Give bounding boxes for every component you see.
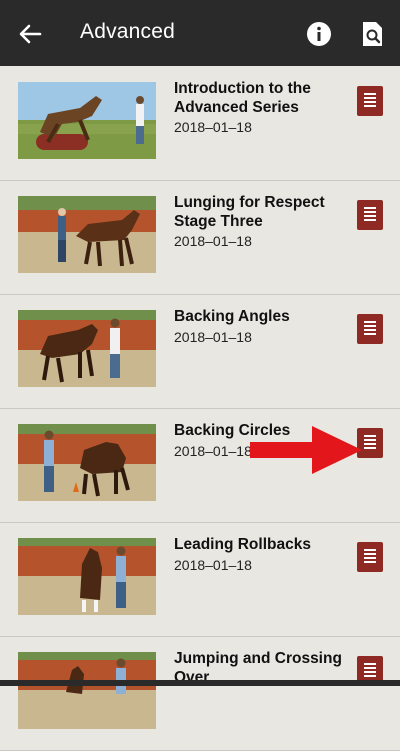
lesson-notes-button[interactable]	[357, 200, 383, 230]
document-lines-icon	[364, 93, 376, 109]
lesson-thumbnail	[18, 424, 156, 501]
document-lines-icon	[364, 435, 376, 451]
arrow-left-icon	[19, 24, 42, 44]
list-item[interactable]: Lunging for Respect Stage Three 2018–01–…	[0, 180, 400, 295]
lesson-date: 2018–01–18	[174, 329, 252, 345]
lesson-thumbnail	[18, 82, 156, 159]
lesson-title: Introduction to the Advanced Series	[174, 80, 311, 116]
lesson-notes-button[interactable]	[357, 542, 383, 572]
lesson-date: 2018–01–18	[174, 119, 252, 135]
list-item[interactable]: Introduction to the Advanced Series 2018…	[0, 66, 400, 181]
document-lines-icon	[364, 549, 376, 565]
lesson-thumbnail	[18, 538, 156, 615]
lesson-title: Backing Angles	[174, 308, 290, 325]
lesson-date: 2018–01–18	[174, 233, 252, 249]
info-button[interactable]	[304, 19, 334, 49]
document-lines-icon	[364, 321, 376, 337]
annotation-arrow-icon	[250, 426, 362, 474]
lesson-notes-button[interactable]	[357, 86, 383, 116]
search-document-button[interactable]	[356, 18, 388, 50]
lesson-thumbnail	[18, 196, 156, 273]
list-item[interactable]: Backing Angles 2018–01–18	[0, 294, 400, 409]
lesson-thumbnail	[18, 652, 156, 729]
lesson-date: 2018–01–18	[174, 557, 252, 573]
app-bar: Advanced	[0, 0, 400, 66]
lesson-title: Leading Rollbacks	[174, 536, 311, 553]
lesson-notes-button[interactable]	[357, 314, 383, 344]
document-lines-icon	[364, 207, 376, 223]
document-search-icon	[363, 22, 382, 46]
list-item[interactable]: Leading Rollbacks 2018–01–18	[0, 522, 400, 637]
lesson-thumbnail	[18, 310, 156, 387]
document-lines-icon	[364, 663, 376, 679]
lesson-title: Lunging for Respect Stage Three	[174, 194, 325, 230]
bottom-edge-bar	[0, 680, 400, 686]
info-circle-icon	[307, 22, 331, 46]
list-item[interactable]: Jumping and Crossing Over	[0, 636, 400, 751]
back-button[interactable]	[14, 18, 46, 50]
page-title: Advanced	[80, 20, 176, 43]
lesson-date: 2018–01–18	[174, 443, 252, 459]
